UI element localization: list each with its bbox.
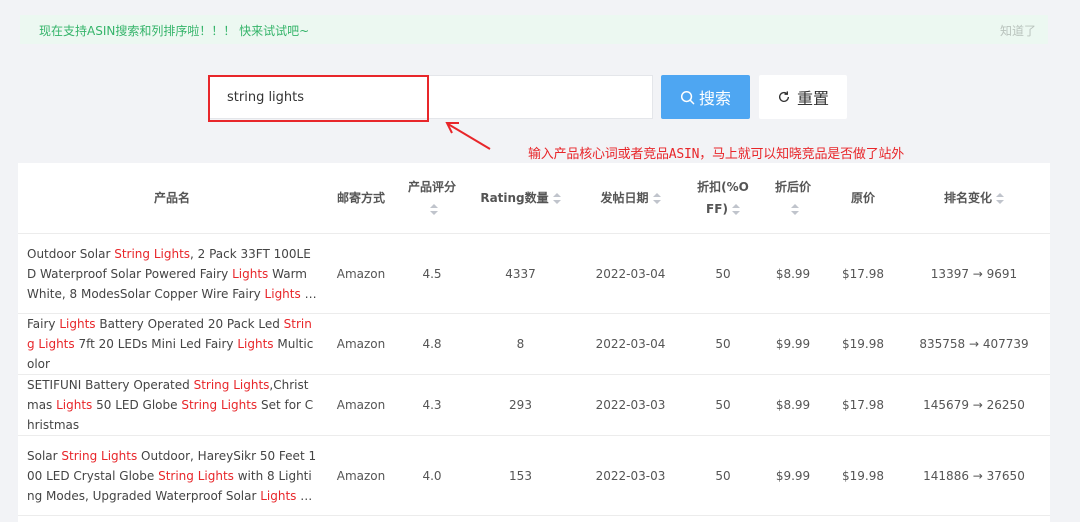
keyword-highlight: Lights [260, 488, 297, 503]
column-header-rating[interactable]: 产品评分 [396, 163, 468, 234]
cell-shipping: Amazon [326, 313, 396, 375]
cell-post-date: 2022-03-04 [573, 233, 688, 314]
column-header-discount[interactable]: 折扣(%OFF) [688, 163, 758, 234]
table-row: SETIFUNI Battery Operated String Lights,… [18, 374, 1050, 436]
keyword-highlight: Lights [59, 317, 96, 331]
title-fragment: Fairy [27, 317, 60, 331]
column-header-orig-price: 原价 [828, 163, 898, 234]
keyword-highlight: String Lights [193, 378, 270, 392]
notice-dismiss-link[interactable]: 知道了 [1000, 22, 1036, 39]
cell-rating: 4.8 [396, 313, 468, 375]
product-title-cell[interactable]: SETIFUNI Battery Operated String Lights,… [18, 374, 326, 436]
sort-icon[interactable] [791, 204, 799, 215]
sort-icon[interactable] [731, 204, 740, 215]
cell-discount: 50 [688, 435, 758, 516]
sort-icon[interactable] [996, 193, 1004, 204]
refresh-icon [778, 91, 790, 102]
cell-rank-change: 141886 → 37650 [898, 435, 1050, 516]
table-row: Solar String Lights Outdoor, HareySikr 5… [18, 435, 1050, 516]
results-table: 产品名 邮寄方式 产品评分 Rating数量 发帖日期 折扣(%OFF) 折后价 [18, 163, 1050, 522]
title-fragment: Solar [27, 448, 62, 463]
cell-post-date: 2022-03-03 [573, 435, 688, 516]
table-row: Fairy Lights Battery Operated 20 Pack Le… [18, 313, 1050, 375]
cell-discount: 50 [688, 374, 758, 436]
cell-orig-price: $19.98 [828, 435, 898, 516]
cell-rank-change: 13397 → 9691 [898, 233, 1050, 314]
notice-bar: 现在支持ASIN搜索和列排序啦！！！ 快来试试吧~ 知道了 [20, 15, 1048, 44]
annotation-text: 输入产品核心词或者竞品ASIN，马上就可以知晓竞品是否做了站外 [528, 147, 905, 162]
reset-button-label: 重置 [796, 89, 829, 108]
cell-sale-price: $9.99 [758, 313, 828, 375]
keyword-highlight: Lights [56, 398, 93, 412]
title-fragment: 50 LED Globe [92, 398, 182, 412]
product-title-cell[interactable]: Outdoor Solar String Lights, 2 Pack 33FT… [18, 233, 326, 314]
cell-sale-price: $9.99 [758, 435, 828, 516]
product-title-cell[interactable]: Solar String Lights Outdoor, HareySikr 5… [18, 435, 326, 516]
title-fragment: Outdoor Solar [27, 246, 115, 261]
product-title-cell[interactable]: Fairy Lights Battery Operated 20 Pack Le… [18, 313, 326, 375]
search-input[interactable] [210, 76, 652, 118]
cell-rank-change: 835758 → 407739 [898, 313, 1050, 375]
cell-sale-price: $8.99 [758, 374, 828, 436]
keyword-highlight: Lights [264, 286, 301, 301]
title-fragment: 7ft 20 LEDs Mini Led Fairy [74, 337, 238, 351]
search-button[interactable]: 搜索 [661, 75, 750, 119]
cell-orig-price: $17.98 [828, 374, 898, 436]
keyword-highlight: String Lights [61, 448, 138, 463]
keyword-highlight: Lights [232, 266, 269, 281]
cell-rating-count: 153 [468, 435, 573, 516]
title-fragment: SETIFUNI Battery Operated [27, 378, 194, 392]
cell-rating-count: 293 [468, 374, 573, 436]
cell-rating: 4.5 [396, 233, 468, 314]
search-button-label: 搜索 [698, 89, 731, 108]
column-header-rank-change[interactable]: 排名变化 [898, 163, 1050, 234]
cell-post-date: 2022-03-03 [573, 374, 688, 436]
column-header-shipping: 邮寄方式 [326, 163, 396, 234]
cell-rank-change: 145679 → 26250 [898, 374, 1050, 436]
product-title[interactable]: Fairy Lights Battery Operated 20 Pack Le… [27, 314, 318, 374]
cell-rating-count: 4337 [468, 233, 573, 314]
sort-icon[interactable] [552, 193, 561, 204]
keyword-highlight: String Lights [181, 398, 258, 412]
cell-rating: 4.3 [396, 374, 468, 436]
cell-orig-price: $19.98 [828, 313, 898, 375]
reset-button[interactable]: 重置 [759, 75, 847, 119]
column-header-post-date[interactable]: 发帖日期 [573, 163, 688, 234]
table-row: Outdoor Solar String Lights, 2 Pack 33FT… [18, 233, 1050, 314]
cell-shipping: Amazon [326, 233, 396, 314]
cell-shipping: Amazon [326, 435, 396, 516]
keyword-highlight: String Lights [114, 246, 191, 261]
search-box [209, 75, 653, 119]
title-fragment: Battery Operated 20 Pack Led [95, 317, 284, 331]
column-header-name: 产品名 [18, 163, 326, 234]
annotation-arrow [445, 122, 491, 150]
keyword-highlight: String Lights [158, 468, 234, 483]
cell-sale-price: $8.99 [758, 233, 828, 314]
product-title[interactable]: Outdoor Solar String Lights, 2 Pack 33FT… [27, 244, 318, 304]
column-header-sale-price[interactable]: 折后价 [758, 163, 828, 234]
cell-post-date: 2022-03-04 [573, 313, 688, 375]
cell-discount: 50 [688, 233, 758, 314]
keyword-highlight: Lights [237, 337, 274, 351]
cell-orig-price: $17.98 [828, 233, 898, 314]
table-header-row: 产品名 邮寄方式 产品评分 Rating数量 发帖日期 折扣(%OFF) 折后价 [18, 163, 1050, 234]
cell-discount: 50 [688, 313, 758, 375]
cell-rating: 4.0 [396, 435, 468, 516]
sort-icon[interactable] [652, 193, 661, 204]
sort-icon[interactable] [430, 204, 438, 215]
product-title[interactable]: Solar String Lights Outdoor, HareySikr 5… [27, 446, 318, 506]
column-header-rating-count[interactable]: Rating数量 [468, 163, 573, 234]
search-icon [680, 90, 695, 104]
product-title[interactable]: SETIFUNI Battery Operated String Lights,… [27, 375, 318, 435]
cell-shipping: Amazon [326, 374, 396, 436]
notice-text: 现在支持ASIN搜索和列排序啦！！！ 快来试试吧~ [39, 24, 310, 38]
cell-rating-count: 8 [468, 313, 573, 375]
page-margin [1050, 163, 1080, 522]
